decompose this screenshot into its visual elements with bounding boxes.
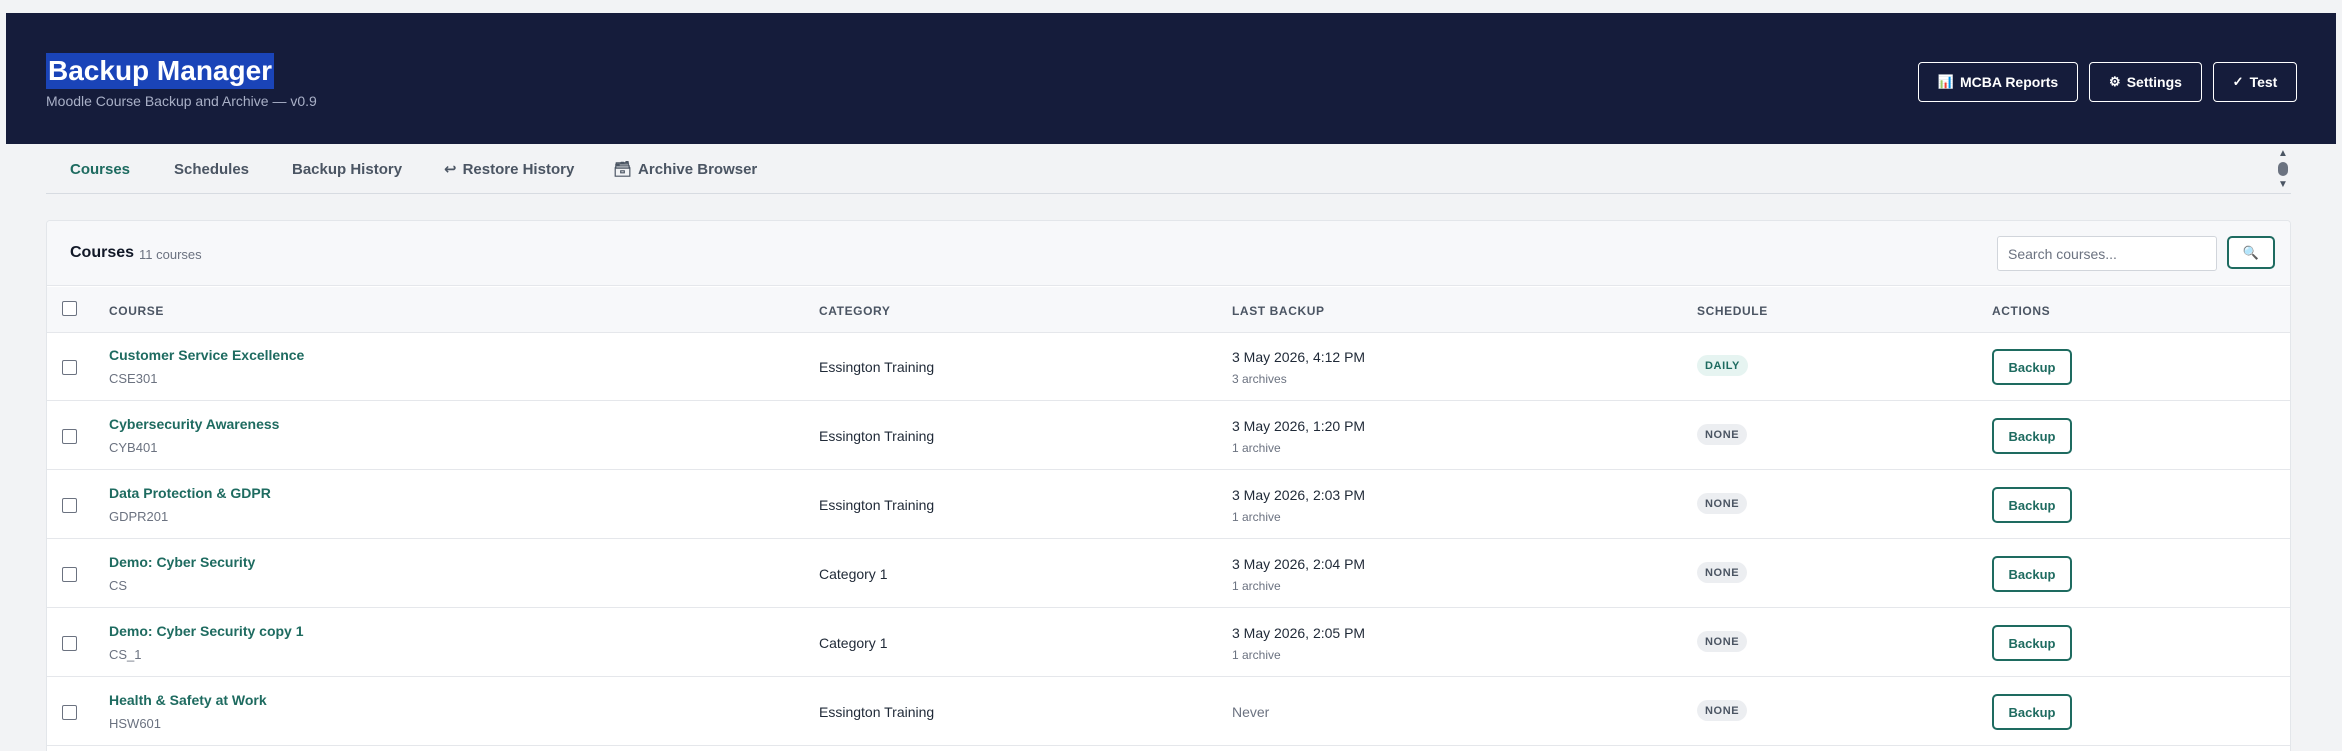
courses-card-header: Courses 11 courses 🔍 [47, 221, 2290, 286]
tab-backup-history[interactable]: Backup History [292, 145, 402, 193]
schedule-badge: NONE [1697, 493, 1748, 514]
course-name-link[interactable]: Demo: Cyber Security copy 1 [109, 623, 304, 639]
schedule-badge: NONE [1697, 424, 1748, 445]
archive-count: 1 archive [1232, 441, 1281, 455]
undo-arrow-icon: ↩ [444, 161, 457, 178]
column-header-last-backup: LAST BACKUP [1232, 304, 1325, 318]
tab-schedules-label: Schedules [174, 160, 250, 178]
table-row: Demo: Cyber Security copy 1 CS_1 Categor… [47, 609, 2290, 677]
table-row: Demo: Cyber Security CS Category 1 3 May… [47, 540, 2290, 608]
column-header-actions: ACTIONS [1992, 304, 2051, 318]
last-backup-date: 3 May 2026, 2:05 PM [1232, 625, 1366, 641]
table-row: Cybersecurity Awareness CYB401 Essington… [47, 402, 2290, 470]
select-all-checkbox[interactable] [62, 301, 77, 316]
scroll-up-icon[interactable]: ▲ [2278, 148, 2288, 159]
table-header: COURSE CATEGORY LAST BACKUP SCHEDULE ACT… [47, 287, 2290, 333]
column-header-course: COURSE [109, 304, 164, 318]
course-category: Essington Training [819, 359, 935, 375]
courses-card: Courses 11 courses 🔍 COURSE CATEGORY LAS… [46, 220, 2291, 751]
course-code: CS_1 [109, 647, 142, 662]
app-header: Backup Manager Moodle Course Backup and … [6, 13, 2336, 144]
tab-courses[interactable]: Courses [70, 145, 130, 193]
schedule-badge: NONE [1697, 631, 1748, 652]
row-checkbox[interactable] [62, 567, 77, 582]
tab-courses-label: Courses [70, 160, 131, 178]
backup-button[interactable]: Backup [1992, 694, 2072, 730]
column-header-schedule: SCHEDULE [1697, 304, 1768, 318]
nav-scrollbar[interactable]: ▲ ▼ [2276, 148, 2290, 190]
page-title: Backup Manager [46, 53, 275, 89]
row-checkbox[interactable] [62, 636, 77, 651]
scroll-thumb[interactable] [2278, 162, 2288, 176]
last-backup-date: Never [1232, 704, 1270, 720]
tab-backup-history-label: Backup History [292, 160, 403, 178]
tab-archive-browser[interactable]: 🗃 Archive Browser [613, 145, 757, 193]
schedule-badge: NONE [1697, 562, 1748, 583]
last-backup-date: 3 May 2026, 2:04 PM [1232, 556, 1366, 572]
archive-count: 1 archive [1232, 648, 1281, 662]
archive-count: 1 archive [1232, 510, 1281, 524]
course-category: Category 1 [819, 566, 888, 582]
schedule-badge: NONE [1697, 700, 1748, 721]
search-input[interactable] [1997, 236, 2217, 271]
course-name-link[interactable]: Customer Service Excellence [109, 347, 304, 363]
backup-button[interactable]: Backup [1992, 418, 2072, 454]
course-name-link[interactable]: Demo: Cyber Security [109, 554, 255, 570]
course-code: GDPR201 [109, 509, 169, 524]
gear-icon: ⚙ [2109, 74, 2121, 89]
last-backup-date: 3 May 2026, 1:20 PM [1232, 418, 1366, 434]
archive-count: 3 archives [1232, 372, 1287, 386]
table-row: Health & Safety at Work HSW601 Essington… [47, 678, 2290, 746]
course-code: CYB401 [109, 440, 158, 455]
courses-count: 11 courses [139, 247, 202, 262]
course-code: CS [109, 578, 128, 593]
course-code: HSW601 [109, 716, 162, 731]
last-backup-date: 3 May 2026, 2:03 PM [1232, 487, 1366, 503]
tab-restore-history[interactable]: ↩ Restore History [444, 145, 574, 193]
settings-button[interactable]: ⚙ Settings [2089, 62, 2202, 102]
backup-button[interactable]: Backup [1992, 349, 2072, 385]
scroll-down-icon[interactable]: ▼ [2278, 179, 2288, 190]
course-category: Category 1 [819, 635, 888, 651]
row-checkbox[interactable] [62, 498, 77, 513]
backup-button[interactable]: Backup [1992, 625, 2072, 661]
last-backup-date: 3 May 2026, 4:12 PM [1232, 349, 1366, 365]
page-subtitle: Moodle Course Backup and Archive — v0.9 [46, 93, 317, 109]
search-button[interactable]: 🔍 [2227, 236, 2275, 269]
test-label: Test [2249, 74, 2278, 90]
archive-count: 1 archive [1232, 579, 1281, 593]
mcba-reports-label: MCBA Reports [1959, 74, 2059, 90]
check-icon: ✓ [2232, 74, 2244, 89]
course-category: Essington Training [819, 428, 935, 444]
table-row: Data Protection & GDPR GDPR201 Essington… [47, 471, 2290, 539]
row-checkbox[interactable] [62, 705, 77, 720]
search-icon: 🔍 [2242, 244, 2260, 260]
backup-button[interactable]: Backup [1992, 487, 2072, 523]
courses-title: Courses [70, 244, 135, 261]
page: Backup Manager Moodle Course Backup and … [0, 0, 2342, 751]
archive-box-icon: 🗃 [613, 161, 633, 178]
settings-label: Settings [2126, 74, 2182, 90]
course-name-link[interactable]: Cybersecurity Awareness [109, 416, 279, 432]
test-button[interactable]: ✓ Test [2213, 62, 2297, 102]
row-checkbox[interactable] [62, 429, 77, 444]
tab-schedules[interactable]: Schedules [174, 145, 249, 193]
tab-restore-history-label: Restore History [462, 160, 575, 178]
main-nav: Courses Schedules Backup History ↩ Resto… [46, 145, 2291, 194]
table-row: Customer Service Excellence CSE301 Essin… [47, 333, 2290, 401]
row-checkbox[interactable] [62, 360, 77, 375]
backup-button[interactable]: Backup [1992, 556, 2072, 592]
course-name-link[interactable]: Health & Safety at Work [109, 692, 267, 708]
course-name-link[interactable]: Data Protection & GDPR [109, 485, 271, 501]
course-category: Essington Training [819, 704, 935, 720]
course-category: Essington Training [819, 497, 935, 513]
chart-icon: 📊 [1937, 74, 1954, 89]
tab-archive-browser-label: Archive Browser [638, 160, 758, 178]
mcba-reports-button[interactable]: 📊 MCBA Reports [1918, 62, 2078, 102]
course-code: CSE301 [109, 371, 158, 386]
schedule-badge: DAILY [1697, 355, 1748, 376]
column-header-category: CATEGORY [819, 304, 891, 318]
